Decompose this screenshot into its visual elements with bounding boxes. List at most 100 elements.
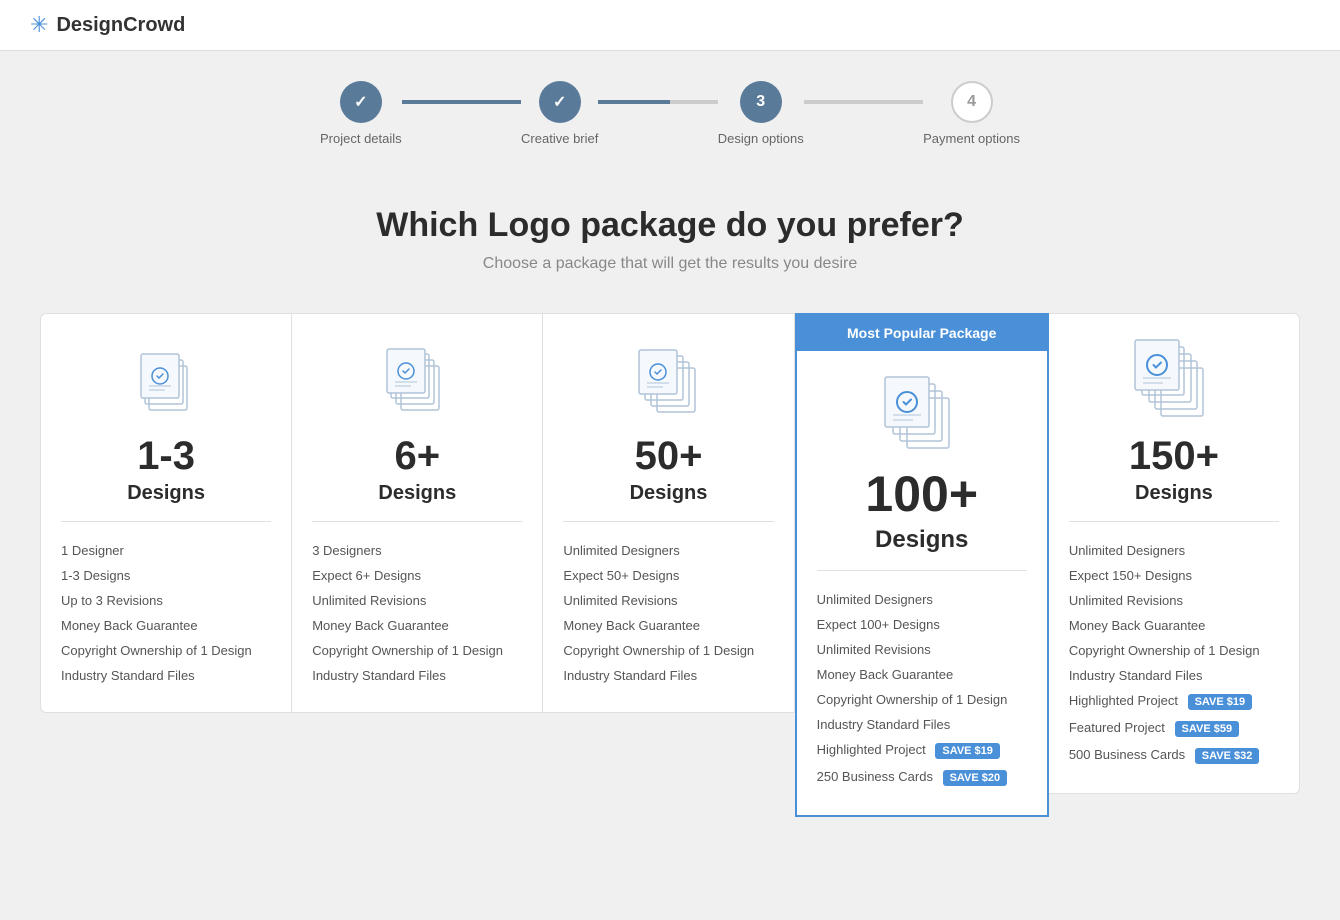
- package-basic-label: Designs: [61, 482, 271, 505]
- connector-1: [402, 100, 521, 104]
- package-starter-label: Designs: [312, 482, 522, 505]
- package-popular-label: Designs: [817, 526, 1027, 554]
- feature-item: Copyright Ownership of 1 Design: [1069, 638, 1279, 663]
- feature-item: Expect 100+ Designs: [817, 612, 1027, 637]
- logo-text: DesignCrowd: [56, 14, 185, 37]
- package-starter-features: 3 Designers Expect 6+ Designs Unlimited …: [312, 538, 522, 688]
- feature-item: Expect 6+ Designs: [312, 563, 522, 588]
- feature-item: Unlimited Revisions: [312, 588, 522, 613]
- package-standard-label: Designs: [563, 482, 773, 505]
- package-basic[interactable]: 1-3 Designs 1 Designer 1-3 Designs Up to…: [40, 313, 292, 713]
- save-badge: SAVE $59: [1175, 721, 1240, 737]
- package-popular-divider: [817, 570, 1027, 571]
- connector-3: [804, 100, 923, 104]
- page-subtitle: Choose a package that will get the resul…: [40, 255, 1300, 273]
- package-starter-count: 6+: [312, 434, 522, 478]
- extra-item-1: 250 Business Cards SAVE $20: [817, 764, 1027, 791]
- packages-container: 1-3 Designs 1 Designer 1-3 Designs Up to…: [40, 313, 1300, 817]
- step-3-circle: 3: [740, 81, 782, 123]
- package-starter-icon: [312, 338, 522, 418]
- package-premium-icon: [1069, 338, 1279, 418]
- logo-icon: ✳: [30, 12, 48, 38]
- logo: ✳ DesignCrowd: [30, 12, 185, 38]
- step-2: ✓ Creative brief: [521, 81, 598, 146]
- step-1-label: Project details: [320, 131, 402, 146]
- feature-item: Unlimited Revisions: [563, 588, 773, 613]
- feature-item: 1-3 Designs: [61, 563, 271, 588]
- feature-item: Unlimited Designers: [1069, 538, 1279, 563]
- extra-item-1: Featured Project SAVE $59: [1069, 715, 1279, 742]
- package-premium[interactable]: 150+ Designs Unlimited Designers Expect …: [1049, 313, 1300, 794]
- feature-item: Money Back Guarantee: [563, 613, 773, 638]
- popular-badge: Most Popular Package: [797, 315, 1047, 351]
- package-premium-count: 150+: [1069, 434, 1279, 478]
- step-1-checkmark: ✓: [354, 92, 367, 112]
- package-standard[interactable]: 50+ Designs Unlimited Designers Expect 5…: [543, 313, 794, 713]
- extra-item-0: Highlighted Project SAVE $19: [1069, 688, 1279, 715]
- feature-item: Unlimited Designers: [817, 587, 1027, 612]
- step-4-circle: 4: [951, 81, 993, 123]
- package-popular-icon: [817, 371, 1027, 451]
- step-2-circle: ✓: [539, 81, 581, 123]
- feature-item: Industry Standard Files: [61, 663, 271, 688]
- feature-item: 1 Designer: [61, 538, 271, 563]
- package-standard-divider: [563, 521, 773, 522]
- step-3-label: Design options: [718, 131, 804, 146]
- feature-item: Industry Standard Files: [817, 712, 1027, 737]
- step-4-num: 4: [967, 93, 976, 111]
- feature-item: Up to 3 Revisions: [61, 588, 271, 613]
- package-premium-divider: [1069, 521, 1279, 522]
- feature-item: Unlimited Revisions: [1069, 588, 1279, 613]
- extra-item-0: Highlighted Project SAVE $19: [817, 737, 1027, 764]
- package-starter-divider: [312, 521, 522, 522]
- step-2-label: Creative brief: [521, 131, 598, 146]
- main-content: Which Logo package do you prefer? Choose…: [20, 166, 1320, 857]
- feature-item: Industry Standard Files: [312, 663, 522, 688]
- package-standard-features: Unlimited Designers Expect 50+ Designs U…: [563, 538, 773, 688]
- step-4: 4 Payment options: [923, 81, 1020, 146]
- step-3-num: 3: [756, 93, 765, 111]
- package-starter[interactable]: 6+ Designs 3 Designers Expect 6+ Designs…: [292, 313, 543, 713]
- feature-item: Money Back Guarantee: [61, 613, 271, 638]
- step-3: 3 Design options: [718, 81, 804, 146]
- feature-item: Money Back Guarantee: [1069, 613, 1279, 638]
- save-badge: SAVE $32: [1195, 748, 1260, 764]
- feature-item: Copyright Ownership of 1 Design: [312, 638, 522, 663]
- package-premium-label: Designs: [1069, 482, 1279, 505]
- step-2-checkmark: ✓: [553, 92, 566, 112]
- feature-item: Unlimited Revisions: [817, 637, 1027, 662]
- step-4-label: Payment options: [923, 131, 1020, 146]
- package-basic-divider: [61, 521, 271, 522]
- page-title: Which Logo package do you prefer?: [40, 206, 1300, 245]
- header: ✳ DesignCrowd: [0, 0, 1340, 51]
- extra-item-2: 500 Business Cards SAVE $32: [1069, 742, 1279, 769]
- feature-item: Unlimited Designers: [563, 538, 773, 563]
- package-popular-features: Unlimited Designers Expect 100+ Designs …: [817, 587, 1027, 791]
- feature-item: Copyright Ownership of 1 Design: [563, 638, 773, 663]
- feature-item: Expect 50+ Designs: [563, 563, 773, 588]
- feature-item: Expect 150+ Designs: [1069, 563, 1279, 588]
- feature-item: Copyright Ownership of 1 Design: [817, 687, 1027, 712]
- feature-item: 3 Designers: [312, 538, 522, 563]
- step-1-circle: ✓: [340, 81, 382, 123]
- step-1: ✓ Project details: [320, 81, 402, 146]
- progress-bar: ✓ Project details ✓ Creative brief 3 Des…: [0, 51, 1340, 166]
- steps-container: ✓ Project details ✓ Creative brief 3 Des…: [320, 81, 1020, 146]
- feature-item: Industry Standard Files: [563, 663, 773, 688]
- feature-item: Money Back Guarantee: [312, 613, 522, 638]
- connector-2: [598, 100, 717, 104]
- feature-item: Money Back Guarantee: [817, 662, 1027, 687]
- save-badge: SAVE $19: [935, 743, 1000, 759]
- package-standard-count: 50+: [563, 434, 773, 478]
- package-basic-count: 1-3: [61, 434, 271, 478]
- package-basic-features: 1 Designer 1-3 Designs Up to 3 Revisions…: [61, 538, 271, 688]
- feature-item: Copyright Ownership of 1 Design: [61, 638, 271, 663]
- package-premium-features: Unlimited Designers Expect 150+ Designs …: [1069, 538, 1279, 769]
- package-standard-icon: [563, 338, 773, 418]
- save-badge: SAVE $20: [943, 770, 1008, 786]
- save-badge: SAVE $19: [1188, 694, 1253, 710]
- package-popular[interactable]: Most Popular Package 100+ Desi: [795, 313, 1049, 817]
- package-basic-icon: [61, 338, 271, 418]
- package-popular-count: 100+: [817, 467, 1027, 522]
- feature-item: Industry Standard Files: [1069, 663, 1279, 688]
